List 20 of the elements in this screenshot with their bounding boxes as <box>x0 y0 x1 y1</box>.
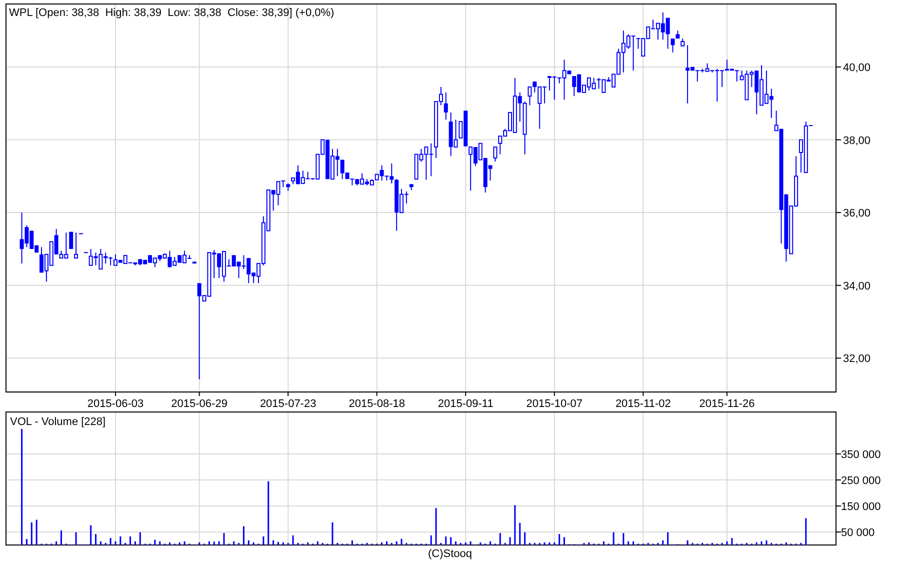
date-label: 2015-11-02 <box>615 398 671 410</box>
volume-label: 250 000 <box>841 474 881 487</box>
chart-title: WPL [Open: 38,38 High: 38,39 Low: 38,38 Close: 38,39] (+0,0%) <box>9 7 334 19</box>
date-label: 2015-09-11 <box>438 398 494 410</box>
chart-title: VOL - Volume [228] <box>10 416 106 428</box>
volume-label: 50 000 <box>841 526 875 539</box>
volume-label: 150 000 <box>841 500 881 513</box>
date-label: 2015-06-03 <box>87 398 144 410</box>
price-label: 32,00 <box>843 353 871 366</box>
date-label: 2015-11-26 <box>699 398 755 410</box>
date-label: 2015-06-29 <box>171 398 228 410</box>
price-label: 34,00 <box>843 280 871 292</box>
date-label: 2015-08-18 <box>348 398 405 410</box>
price-label: 40,00 <box>843 62 871 74</box>
volume-label: 350 000 <box>841 448 881 461</box>
price-label: 38,00 <box>843 134 871 147</box>
copyright-text: (C)Stooq <box>428 548 472 560</box>
date-label: 2015-10-07 <box>526 398 583 410</box>
price-label: 36,00 <box>843 208 871 220</box>
date-label: 2015-07-23 <box>260 398 316 410</box>
